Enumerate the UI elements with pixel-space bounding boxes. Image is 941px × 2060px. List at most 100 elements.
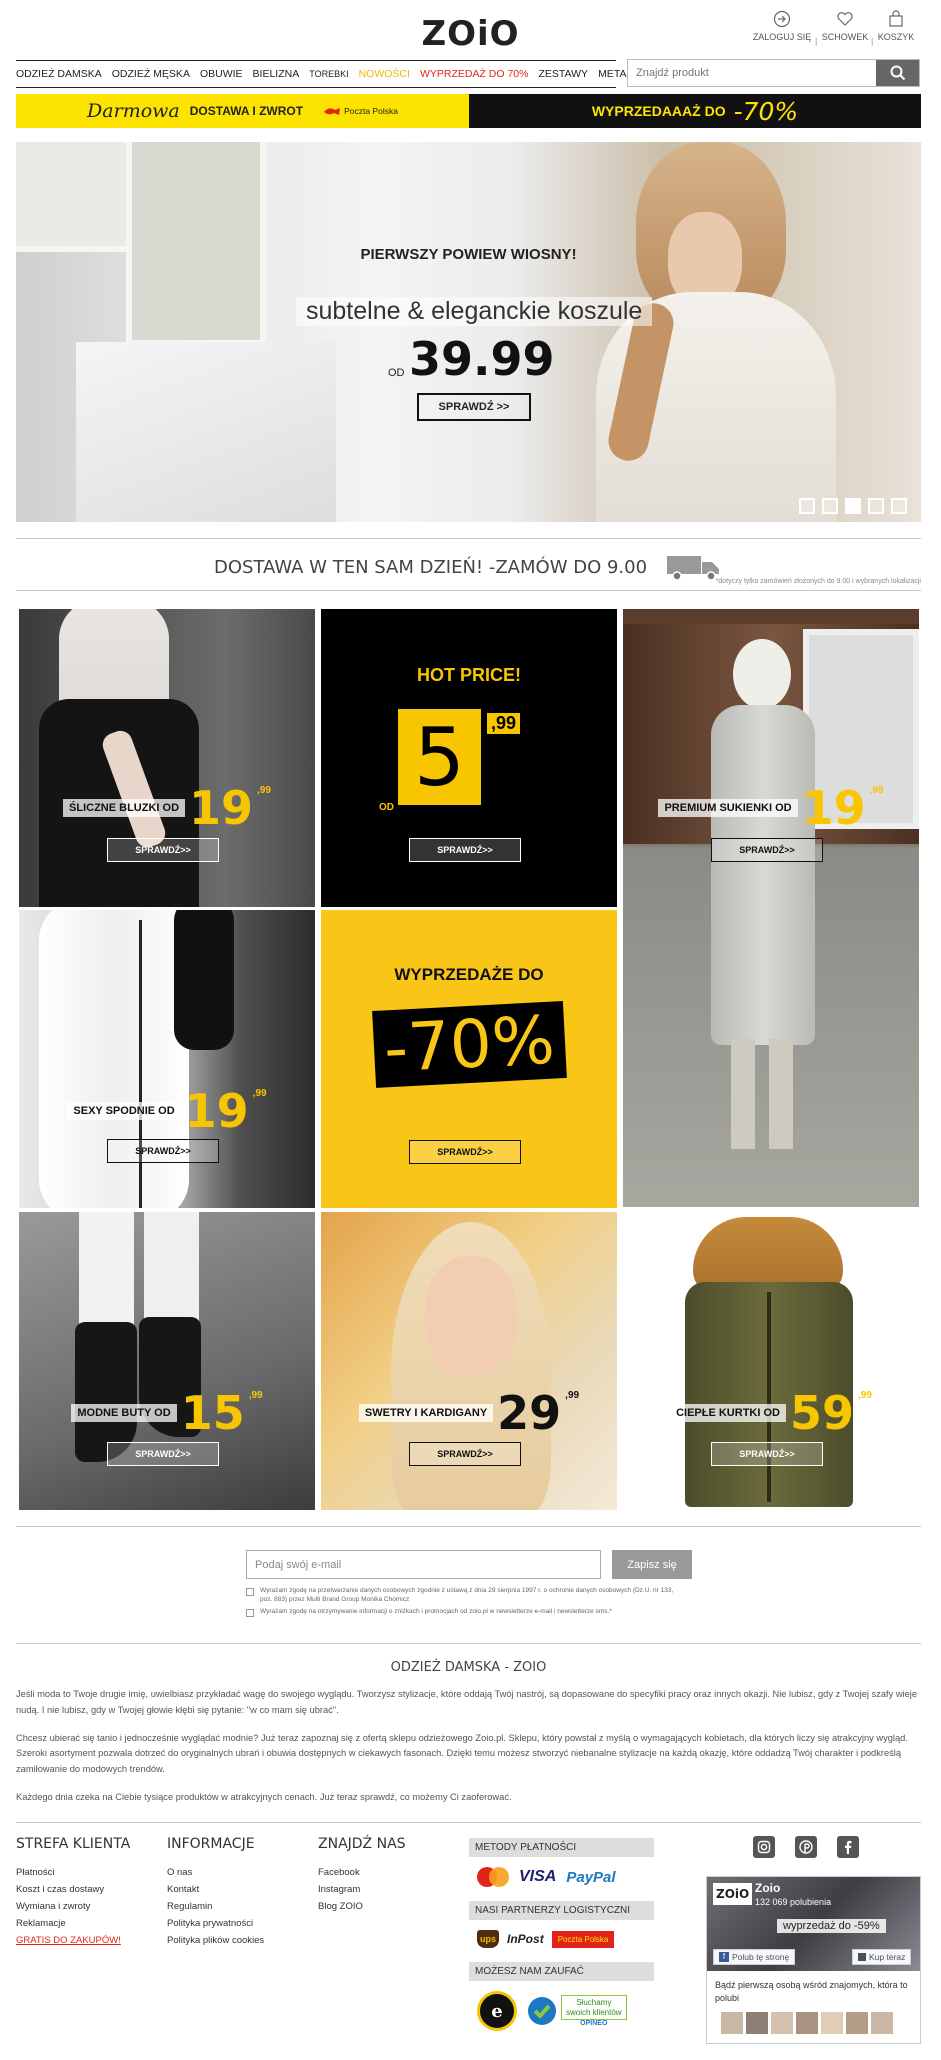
slider-dot[interactable]	[868, 498, 884, 514]
saved-link[interactable]: SCHOWEK	[818, 10, 872, 42]
footer-link[interactable]: Kontakt	[167, 1881, 317, 1898]
nav-item[interactable]: OBUWIE	[200, 68, 243, 80]
facebook-page-logo: ZOiO	[713, 1883, 753, 1905]
slider-dot[interactable]	[799, 498, 815, 514]
instagram-icon[interactable]	[753, 1836, 775, 1858]
hot-price-cents: ,99	[487, 713, 521, 734]
tile-dresses-button[interactable]: SPRAWDŹ>>	[711, 838, 823, 862]
tile-sweaters-label: SWETRY I KARDIGANY	[358, 1404, 494, 1422]
footer-link[interactable]: Blog ZOIO	[318, 1898, 458, 1915]
footer-link[interactable]: Instagram	[318, 1881, 458, 1898]
seo-section: ODZIEŻ DAMSKA - ZOIO Jeśli moda to Twoje…	[16, 1660, 921, 1806]
tile-shoes[interactable]: MODNE BUTY OD 15 ,99 SPRAWDŹ>>	[19, 1212, 315, 1510]
tile-pants-cents: ,99	[252, 1088, 267, 1099]
mastercard-logo	[477, 1867, 509, 1887]
banner-script-text: Darmowa	[87, 100, 180, 122]
saved-label: SCHOWEK	[821, 32, 869, 42]
banner-bold-text: DOSTAWA I ZWROT	[189, 104, 304, 118]
cart-link[interactable]: KOSZYK	[876, 10, 916, 42]
tile-shoes-cents: ,99	[248, 1390, 263, 1401]
facebook-friend-avatars	[707, 2012, 920, 2035]
newsletter-consent-2[interactable]: Wyrażam zgodę na otrzymywanie informacji…	[246, 1608, 686, 1617]
footer-link[interactable]: Polityka prywatności	[167, 1915, 317, 1932]
seo-paragraph-2: Chcesz ubierać się tanio i jednocześnie …	[16, 1732, 908, 1775]
facebook-widget[interactable]: ZOiO Zoio 132 069 polubienia wyprzedaż d…	[706, 1876, 921, 2044]
seo-title: ODZIEŻ DAMSKA - ZOIO	[390, 1660, 547, 1675]
footer-payments: METODY PŁATNOŚCI VISA PayPal NASI PARTNE…	[469, 1838, 654, 2031]
trusted-shops-badge: e	[477, 1991, 517, 2031]
nav-item[interactable]: ODZIEŻ MĘSKA	[112, 68, 190, 80]
nav-item[interactable]: TOREBKI	[309, 69, 348, 79]
facebook-like-button[interactable]: f Polub tę stronę	[713, 1949, 796, 1965]
tile-hot-price[interactable]: HOT PRICE! 5 OD ,99 SPRAWDŹ>>	[321, 609, 617, 907]
footer-promo-link[interactable]: GRATIS DO ZAKUPÓW!	[16, 1932, 166, 1949]
tile-sweaters-button[interactable]: SPRAWDŹ>>	[409, 1442, 521, 1466]
tile-hot-button[interactable]: SPRAWDŹ>>	[409, 838, 521, 862]
tile-blouses[interactable]: ŚLICZNE BLUZKI OD 19 ,99 SPRAWDŹ>>	[19, 609, 315, 907]
tile-jackets[interactable]: CIEPŁE KURTKI OD 59 ,99 SPRAWDŹ>>	[623, 1212, 919, 1510]
poczta-polska-logo: Poczta Polska	[323, 106, 398, 117]
footer-link[interactable]: Facebook	[318, 1864, 458, 1881]
footer-link[interactable]: O nas	[167, 1864, 317, 1881]
truck-icon	[667, 556, 720, 581]
tile-pants[interactable]: SEXY SPODNIE OD 19 ,99 SPRAWDŹ>>	[19, 910, 315, 1208]
newsletter-email-input[interactable]: Podaj swój e-mail	[246, 1550, 601, 1579]
divider	[16, 590, 921, 591]
search-input[interactable]	[628, 60, 876, 86]
newsletter-subscribe-button[interactable]: Zapisz się	[612, 1550, 692, 1579]
footer-link[interactable]: Regulamin	[167, 1898, 317, 1915]
tile-dresses[interactable]: PREMIUM SUKIENKI OD 19 ,99 SPRAWDŹ>>	[623, 609, 919, 1207]
slider-dot[interactable]	[845, 498, 861, 514]
tile-sale[interactable]: WYPRZEDAŻE DO -70% SPRAWDŹ>>	[321, 910, 617, 1208]
trust-title: MOŻESZ NAM ZAUFAĆ	[469, 1962, 654, 1981]
facebook-small-icon: f	[719, 1952, 729, 1962]
tile-dresses-price: 19	[801, 781, 866, 835]
tile-pants-button[interactable]: SPRAWDŹ>>	[107, 1139, 219, 1163]
facebook-buy-button[interactable]: Kup teraz	[852, 1949, 912, 1965]
checkbox[interactable]	[246, 1588, 254, 1596]
nav-item[interactable]: WYPRZEDAŻ DO 70%	[420, 68, 529, 80]
newsletter-consent-1[interactable]: Wyrażam zgodę na przetwarzanie danych os…	[246, 1587, 686, 1605]
opineo-line-2: swoich klientów	[566, 2007, 622, 2017]
tile-sale-button[interactable]: SPRAWDŹ>>	[409, 1140, 521, 1164]
checkmark-icon	[528, 1997, 556, 2025]
facebook-icon[interactable]	[837, 1836, 859, 1858]
footer-link[interactable]: Reklamacje	[16, 1915, 166, 1932]
tile-blouses-price: 19	[189, 781, 254, 835]
main-nav: ODZIEŻ DAMSKA ODZIEŻ MĘSKA OBUWIE BIELIZNA T…	[16, 60, 679, 88]
tile-blouses-label: ŚLICZNE BLUZKI OD	[63, 799, 186, 817]
window-frame-decoration	[16, 142, 136, 252]
nav-item[interactable]: ODZIEŻ DAMSKA	[16, 68, 102, 80]
hero-slider[interactable]: PIERWSZY POWIEW WIOSNY! subtelne & elega…	[16, 142, 921, 522]
hero-check-button[interactable]: SPRAWDŹ >>	[417, 393, 531, 421]
divider	[16, 1643, 921, 1644]
hero-subtitle: subtelne & eleganckie koszule	[296, 297, 653, 326]
footer-link[interactable]: Polityka plików cookies	[167, 1932, 317, 1949]
tile-shoes-button[interactable]: SPRAWDŹ>>	[107, 1442, 219, 1466]
bag-icon	[889, 10, 903, 27]
footer-client-zone: STREFA KLIENTA Płatności Koszt i czas dos…	[16, 1836, 166, 1949]
tile-blouses-button[interactable]: SPRAWDŹ>>	[107, 838, 219, 862]
nav-item[interactable]: ZESTAWY	[538, 68, 588, 80]
footer-link[interactable]: Płatności	[16, 1864, 166, 1881]
slider-dot[interactable]	[822, 498, 838, 514]
free-delivery-banner[interactable]: Darmowa DOSTAWA I ZWROT Poczta Polska	[16, 94, 469, 128]
hot-price-title: HOT PRICE!	[416, 665, 521, 685]
nav-item[interactable]: BIELIZNA	[253, 68, 300, 80]
heart-icon	[837, 12, 853, 26]
login-link[interactable]: ZALOGUJ SIĘ	[752, 10, 812, 42]
nav-item[interactable]: NOWOŚCI	[359, 68, 410, 80]
tile-jackets-button[interactable]: SPRAWDŹ>>	[711, 1442, 823, 1466]
tile-sweaters[interactable]: SWETRY I KARDIGANY 29 ,99 SPRAWDŹ>>	[321, 1212, 617, 1510]
pinterest-icon[interactable]	[795, 1836, 817, 1858]
tile-pants-price: 19	[184, 1084, 249, 1138]
checkbox[interactable]	[246, 1609, 254, 1617]
sale-banner[interactable]: WYPRZEDAAAŻ DO -70%	[469, 94, 921, 128]
sale-banner-percent: -70%	[733, 96, 799, 126]
login-icon	[773, 10, 791, 28]
delivery-note: *dotyczy tylko zamówień złożonych do 9.0…	[715, 578, 921, 585]
slider-dot[interactable]	[891, 498, 907, 514]
footer-link[interactable]: Wymiana i zwroty	[16, 1898, 166, 1915]
search-button[interactable]	[876, 60, 919, 86]
footer-link[interactable]: Koszt i czas dostawy	[16, 1881, 166, 1898]
